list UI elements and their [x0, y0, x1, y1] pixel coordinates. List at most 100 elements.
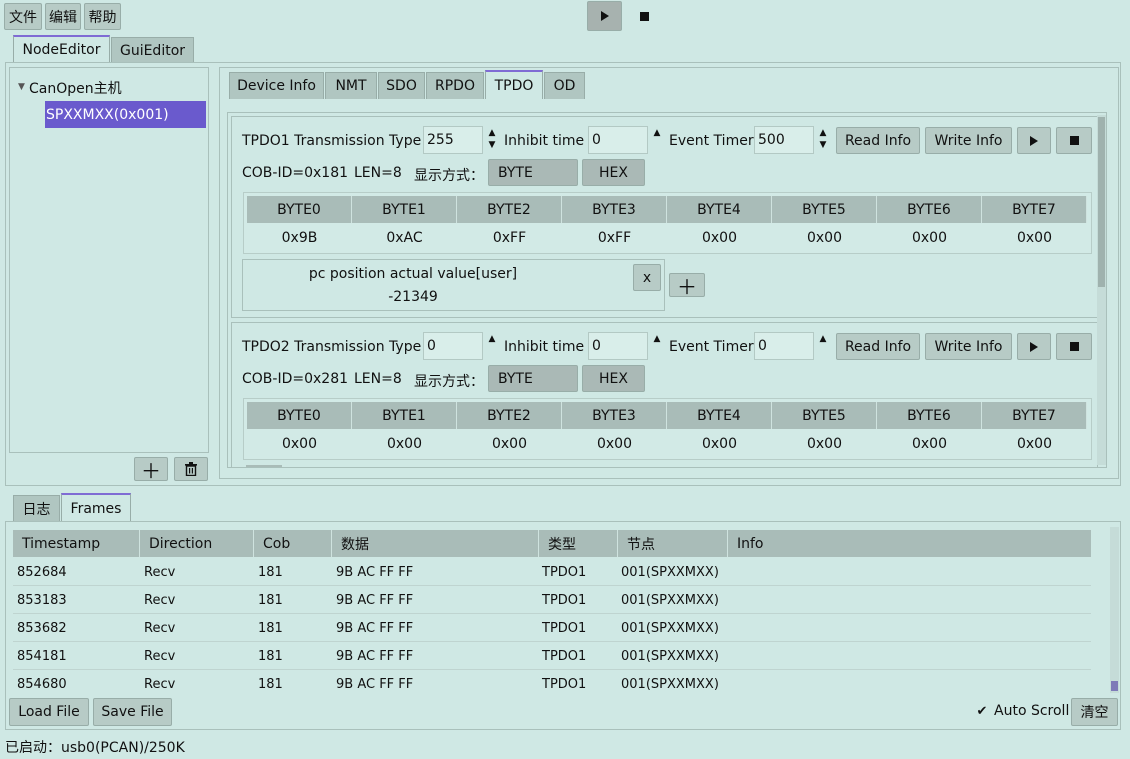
mapping-remove-button[interactable]: x — [633, 264, 661, 291]
tpdo2-type-up-icon[interactable]: ▲ — [485, 335, 499, 344]
menu-file[interactable]: 文件 — [4, 3, 42, 30]
table-row[interactable]: 854680 Recv 181 9B AC FF FF TPDO1 001(SP… — [13, 670, 1091, 694]
byte-header: BYTE1 — [352, 402, 457, 429]
byte-value: 0x00 — [596, 436, 632, 452]
stop-icon — [1069, 342, 1079, 351]
cell-direction: Recv — [144, 620, 176, 636]
tab-device-info[interactable]: Device Info — [229, 72, 324, 99]
tab-od[interactable]: OD — [544, 72, 585, 99]
tpdo1-write-button[interactable]: Write Info — [925, 127, 1012, 154]
tpdo1-event-input[interactable]: 500 — [754, 126, 814, 154]
byte-header: BYTE2 — [457, 402, 562, 429]
save-file-button[interactable]: Save File — [93, 698, 172, 726]
auto-scroll-label[interactable]: Auto Scroll — [994, 703, 1069, 719]
tree-node-selected[interactable]: SPXXMXX(0x001) — [45, 101, 206, 128]
stop-icon — [1069, 136, 1079, 145]
cell-type: TPDO1 — [542, 676, 587, 692]
table-row[interactable]: 853183 Recv 181 9B AC FF FF TPDO1 001(SP… — [13, 586, 1091, 614]
tpdo1-event-down-icon[interactable]: ▼ — [816, 141, 830, 150]
column-header[interactable]: 数据 — [332, 530, 539, 557]
column-header[interactable]: Info — [728, 530, 1091, 557]
cell-data: 9B AC FF FF — [336, 620, 414, 636]
column-header[interactable]: Cob — [254, 530, 332, 557]
tpdo1-inhibit-up-icon[interactable]: ▲ — [650, 129, 664, 138]
tpdo-scrollbar-thumb[interactable] — [1098, 117, 1105, 287]
cell-info — [728, 586, 732, 614]
tpdo1-start-button[interactable] — [1017, 127, 1051, 154]
tpdo2-event-input[interactable]: 0 — [754, 332, 814, 360]
tpdo1-add-mapping-button[interactable]: ＋ — [669, 273, 705, 299]
tpdo1-type-input[interactable]: 255 — [423, 126, 483, 154]
tpdo2-start-button[interactable] — [1017, 333, 1051, 360]
cell-data: 9B AC FF FF — [336, 564, 414, 580]
tpdo2-len: LEN=8 — [354, 371, 402, 387]
load-file-button[interactable]: Load File — [9, 698, 89, 726]
auto-scroll-checkbox[interactable]: ✔ — [975, 704, 989, 719]
expand-arrow-icon[interactable]: ▼ — [18, 82, 25, 92]
add-node-button[interactable]: ＋ — [134, 457, 168, 483]
stop-button[interactable] — [627, 1, 661, 31]
menu-edit[interactable]: 编辑 — [45, 3, 81, 30]
start-button[interactable] — [587, 1, 622, 31]
cell-node: 001(SPXXMXX) — [621, 620, 719, 636]
table-row[interactable]: 852684 Recv 181 9B AC FF FF TPDO1 001(SP… — [13, 558, 1091, 586]
tpdo2-event-up-icon[interactable]: ▲ — [816, 335, 830, 344]
tab-nmt[interactable]: NMT — [325, 72, 377, 99]
tab-log[interactable]: 日志 — [13, 495, 60, 522]
tpdo2-byte-table: BYTE0 BYTE1 BYTE2 BYTE3 BYTE4 BYTE5 BYTE… — [243, 398, 1092, 460]
tpdo2-byte-button[interactable]: BYTE — [488, 365, 578, 392]
menu-help[interactable]: 帮助 — [84, 3, 121, 30]
cell-cob: 181 — [258, 648, 283, 664]
cell-node: 001(SPXXMXX) — [621, 676, 719, 692]
column-header[interactable]: Direction — [140, 530, 254, 557]
tpdo1-byte-table: BYTE0 BYTE1 BYTE2 BYTE3 BYTE4 BYTE5 BYTE… — [243, 192, 1092, 254]
column-header[interactable]: 节点 — [618, 530, 728, 557]
tpdo1-stop-button[interactable] — [1056, 127, 1092, 154]
column-header[interactable]: Timestamp — [13, 530, 140, 557]
clear-button[interactable]: 清空 — [1071, 698, 1118, 726]
column-header[interactable]: 类型 — [539, 530, 618, 557]
frames-scrollbar[interactable] — [1110, 527, 1119, 693]
tpdo-scrollbar[interactable] — [1097, 115, 1106, 465]
tpdo2-inhibit-up-icon[interactable]: ▲ — [650, 335, 664, 344]
frames-scrollbar-thumb[interactable] — [1111, 681, 1118, 691]
tab-sdo[interactable]: SDO — [378, 72, 425, 99]
byte-header: BYTE3 — [562, 196, 667, 223]
byte-value: 0x00 — [701, 230, 737, 246]
tpdo1-event-up-icon[interactable]: ▲ — [816, 129, 830, 138]
tpdo1-type-down-icon[interactable]: ▼ — [485, 141, 499, 150]
tpdo1-byte-button[interactable]: BYTE — [488, 159, 578, 186]
tree-node-label: SPXXMXX(0x001) — [46, 106, 169, 123]
cell-cob: 181 — [258, 592, 283, 608]
tree-root[interactable]: CanOpen主机 — [29, 78, 122, 98]
tpdo1-read-button[interactable]: Read Info — [836, 127, 920, 154]
cell-timestamp: 852684 — [17, 564, 67, 580]
tpdo1-type-up-icon[interactable]: ▲ — [485, 129, 499, 138]
tpdo2-inhibit-label: Inhibit time — [504, 339, 585, 355]
tab-rpdo[interactable]: RPDO — [426, 72, 484, 99]
tab-frames[interactable]: Frames — [61, 493, 131, 522]
tpdo1-group: TPDO1 Transmission Type 255 ▲ ▼ Inhibit … — [231, 116, 1098, 318]
mapping-name: pc position actual value[user] — [308, 266, 518, 282]
tpdo2-write-button[interactable]: Write Info — [925, 333, 1012, 360]
tab-gui-editor[interactable]: GuiEditor — [111, 37, 194, 63]
cell-type: TPDO1 — [542, 564, 587, 580]
table-row[interactable]: 853682 Recv 181 9B AC FF FF TPDO1 001(SP… — [13, 614, 1091, 642]
cell-timestamp: 854680 — [17, 676, 67, 692]
tab-tpdo[interactable]: TPDO — [485, 70, 543, 99]
tpdo2-stop-button[interactable] — [1056, 333, 1092, 360]
byte-value: 0x00 — [1016, 436, 1052, 452]
tpdo2-cob-id: COB-ID=0x281 — [242, 371, 349, 387]
cell-timestamp: 853183 — [17, 592, 67, 608]
tpdo2-read-button[interactable]: Read Info — [836, 333, 920, 360]
tpdo2-event-label: Event Timer — [669, 339, 754, 355]
byte-header: BYTE0 — [247, 402, 352, 429]
tpdo2-type-input[interactable]: 0 — [423, 332, 483, 360]
table-row[interactable]: 854181 Recv 181 9B AC FF FF TPDO1 001(SP… — [13, 642, 1091, 670]
tab-node-editor[interactable]: NodeEditor — [13, 35, 110, 63]
tpdo2-hex-button[interactable]: HEX — [582, 365, 645, 392]
delete-node-button[interactable] — [174, 457, 208, 481]
tpdo1-inhibit-input[interactable]: 0 — [588, 126, 648, 154]
tpdo2-inhibit-input[interactable]: 0 — [588, 332, 648, 360]
tpdo1-hex-button[interactable]: HEX — [582, 159, 645, 186]
